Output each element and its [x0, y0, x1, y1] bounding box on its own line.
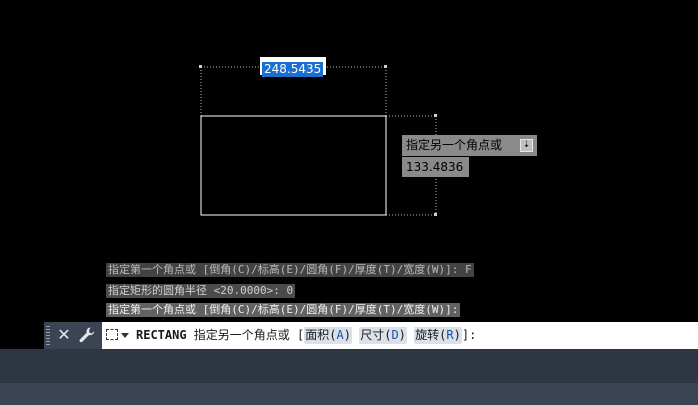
option-close: ) [398, 328, 406, 342]
rectangle-preview [200, 115, 387, 216]
prompt-text: 指定另一个角点或 [406, 138, 503, 152]
command-history-line: 指定第一个角点或 [倒角(C)/标高(E)/圆角(F)/厚度(T)/宽度(W)]… [106, 303, 461, 317]
dynamic-input-value[interactable]: 133.4836 [402, 157, 469, 177]
option-label: 尺寸( [360, 328, 392, 342]
option-close: ) [343, 328, 351, 342]
status-bar [0, 383, 698, 405]
value-text: 133.4836 [406, 160, 464, 174]
option-label: 面积( [305, 328, 337, 342]
close-icon[interactable]: ✕ [56, 325, 72, 345]
dynamic-input-prompt: 指定另一个角点或 ⇣ [402, 135, 537, 156]
drag-grip[interactable] [46, 326, 50, 345]
dim-grip-left [199, 65, 202, 68]
option-area[interactable]: 面积(A) [304, 327, 352, 344]
recent-commands-icon[interactable] [106, 328, 130, 343]
down-arrow-icon[interactable]: ⇣ [520, 139, 533, 152]
wrench-icon[interactable] [78, 326, 96, 344]
option-key: R [446, 328, 454, 342]
option-key: A [336, 328, 344, 342]
prompt-text: 指定另一个角点或 [ [186, 328, 305, 342]
drawing-canvas[interactable]: 248.5435 指定另一个角点或 ⇣ 133.4836 指定第一个角点或 [倒… [0, 0, 698, 320]
layout-tabs-bar [0, 349, 698, 383]
command-line-toolbar: ✕ [44, 322, 102, 349]
command-history-line: 指定第一个角点或 [倒角(C)/标高(E)/圆角(F)/厚度(T)/宽度(W)]… [106, 263, 474, 277]
option-close: ) [453, 328, 461, 342]
prompt-suffix: ]: [461, 328, 477, 342]
dynamic-dimension-input[interactable]: 248.5435 [260, 57, 326, 77]
option-dimensions[interactable]: 尺寸(D) [359, 327, 407, 344]
dim-grip-right [384, 65, 387, 68]
dim-grip-top [434, 114, 437, 117]
command-history-line: 指定矩形的圆角半径 <20.0000>: 0 [106, 284, 296, 298]
option-label: 旋转( [415, 328, 447, 342]
option-key: D [391, 328, 399, 342]
command-line[interactable]: ✕ RECTANG 指定另一个角点或 [面积(A) 尺寸(D) 旋转(R)]: [44, 322, 698, 349]
dim-grip-bottom [434, 213, 437, 216]
command-prompt: RECTANG 指定另一个角点或 [面积(A) 尺寸(D) 旋转(R)]: [136, 322, 476, 349]
dimension-value: 248.5435 [262, 62, 324, 77]
command-name: RECTANG [136, 328, 187, 342]
option-rotation[interactable]: 旋转(R) [414, 327, 462, 344]
